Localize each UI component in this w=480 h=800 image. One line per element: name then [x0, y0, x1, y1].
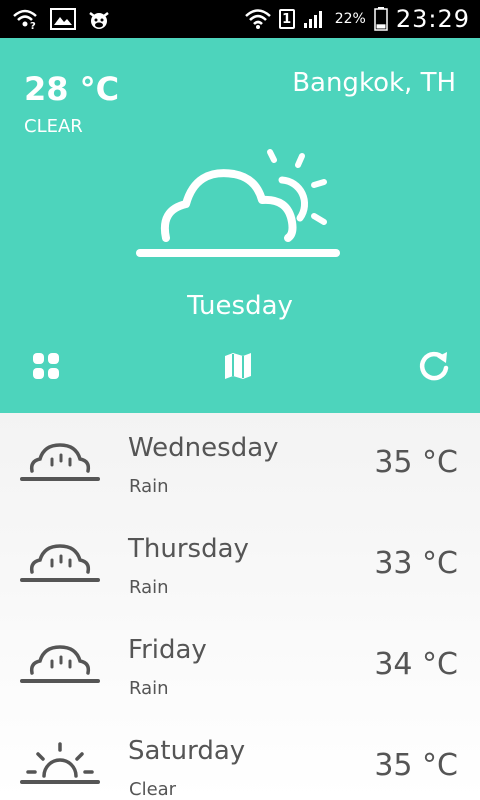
forecast-row[interactable]: Saturday Clear 35 °C	[0, 716, 480, 800]
status-left-group: ?	[12, 7, 112, 31]
sunrise-icon	[20, 740, 100, 790]
clock: 23:29	[395, 5, 470, 33]
current-temperature: 28 °C	[24, 70, 120, 108]
forecast-day: Thursday	[128, 534, 249, 564]
current-weather-panel: 28 °C CLEAR Bangkok, TH Tuesday	[0, 38, 480, 413]
grid-button[interactable]	[28, 350, 64, 386]
wifi-icon	[244, 8, 271, 30]
rain-cloud-icon	[20, 639, 100, 689]
sim-slot-indicator: 1	[278, 9, 295, 29]
svg-text:?: ?	[30, 21, 36, 30]
map-icon	[222, 350, 254, 386]
forecast-temperature: 35 °C	[374, 748, 458, 783]
forecast-day: Saturday	[128, 736, 246, 766]
forecast-temperature: 33 °C	[374, 546, 458, 581]
forecast-temperature: 34 °C	[374, 647, 458, 682]
refresh-button[interactable]	[416, 350, 452, 386]
forecast-condition: Clear	[129, 779, 177, 800]
status-bar: ? 1 22% 23:29	[0, 0, 480, 38]
forecast-condition: Rain	[129, 577, 169, 598]
signal-icon	[303, 9, 327, 29]
partly-cloudy-icon	[130, 140, 350, 274]
gallery-icon	[50, 8, 76, 30]
battery-percent: 22%	[334, 11, 366, 27]
forecast-condition: Rain	[129, 476, 169, 497]
forecast-condition: Rain	[129, 678, 169, 699]
forecast-row[interactable]: Thursday Rain 33 °C	[0, 514, 480, 615]
status-right-group: 1 22% 23:29	[244, 5, 470, 33]
rain-cloud-icon	[20, 538, 100, 588]
battery-icon	[374, 7, 388, 31]
cow-app-icon	[86, 7, 112, 31]
location-label[interactable]: Bangkok, TH	[292, 68, 456, 98]
forecast-day: Friday	[128, 635, 207, 665]
map-button[interactable]	[220, 350, 256, 386]
forecast-list[interactable]: Wednesday Rain 35 °C Thursday Rain 33 °C	[0, 413, 480, 800]
forecast-day: Wednesday	[128, 433, 279, 463]
current-day: Tuesday	[187, 291, 293, 321]
forecast-row[interactable]: Friday Rain 34 °C	[0, 615, 480, 716]
forecast-row[interactable]: Wednesday Rain 35 °C	[0, 413, 480, 514]
grid-icon	[30, 350, 62, 386]
forecast-temperature: 35 °C	[374, 445, 458, 480]
wifi-question-icon: ?	[12, 8, 40, 30]
refresh-icon	[417, 349, 451, 387]
rain-cloud-icon	[20, 437, 100, 487]
current-condition: CLEAR	[24, 116, 83, 137]
